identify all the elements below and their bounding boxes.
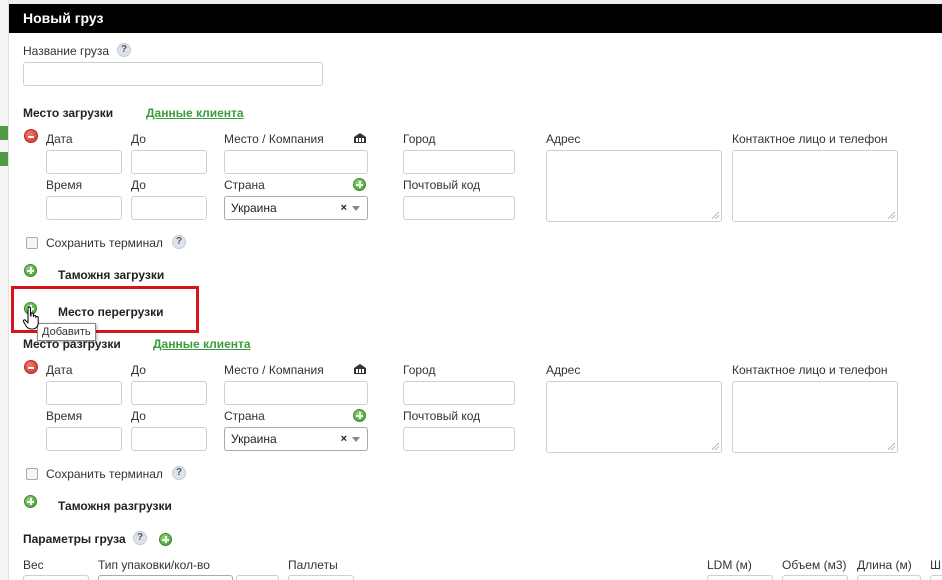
loading-place-label: Место / Компания [224, 132, 324, 146]
cargo-name-label: Название груза [23, 44, 110, 58]
resize-grip-icon[interactable] [712, 443, 719, 450]
help-icon[interactable]: ? [133, 531, 147, 545]
clear-icon[interactable]: × [341, 197, 347, 219]
width-input[interactable] [930, 575, 942, 580]
unloading-country-label: Страна [224, 409, 265, 423]
unloading-customs-label[interactable]: Таможня разгрузки [58, 499, 172, 513]
loading-date-to-label: До [131, 132, 146, 146]
packaging-select[interactable] [98, 575, 233, 580]
loading-save-terminal-label: Сохранить терминал [46, 236, 163, 250]
add-cargo-param-icon[interactable] [159, 533, 172, 546]
loading-date-to-input[interactable] [131, 150, 207, 174]
ldm-label: LDM (м) [707, 558, 752, 572]
weight-input[interactable] [23, 575, 89, 580]
loading-postal-input[interactable] [403, 196, 515, 220]
background-marker [0, 126, 8, 140]
chevron-down-icon[interactable] [352, 206, 360, 211]
loading-contact-label: Контактное лицо и телефон [732, 132, 888, 146]
add-country-icon[interactable] [353, 409, 366, 422]
unloading-save-terminal-checkbox[interactable] [26, 468, 38, 480]
clear-icon[interactable]: × [341, 428, 347, 450]
loading-address-label: Адрес [546, 132, 581, 146]
unloading-time-label: Время [46, 409, 83, 423]
chevron-down-icon[interactable] [352, 437, 360, 442]
cargo-name-input[interactable] [23, 62, 323, 86]
resize-grip-icon[interactable] [712, 212, 719, 219]
help-icon[interactable]: ? [172, 235, 186, 249]
dialog-title: Новый груз [9, 4, 942, 33]
unloading-address-label: Адрес [546, 363, 581, 377]
remove-loading-icon[interactable] [24, 129, 38, 143]
add-unloading-customs-icon[interactable] [24, 495, 37, 508]
loading-time-to-label: До [131, 178, 146, 192]
unloading-client-data-link[interactable]: Данные клиента [153, 337, 251, 351]
company-directory-icon[interactable] [353, 364, 367, 375]
unloading-city-input[interactable] [403, 381, 515, 405]
help-icon[interactable]: ? [172, 466, 186, 480]
unloading-place-input[interactable] [224, 381, 368, 405]
resize-grip-icon[interactable] [888, 212, 895, 219]
background-panel [0, 0, 9, 580]
unloading-contact-label: Контактное лицо и телефон [732, 363, 888, 377]
loading-save-terminal-checkbox[interactable] [26, 237, 38, 249]
loading-client-data-link[interactable]: Данные клиента [146, 106, 244, 120]
unloading-time-input[interactable] [46, 427, 122, 451]
loading-time-label: Время [46, 178, 83, 192]
cargo-params-title: Параметры груза [23, 532, 126, 546]
loading-country-value: Украина [231, 201, 277, 215]
background-marker [0, 152, 8, 166]
length-input[interactable] [857, 575, 921, 580]
unloading-time-to-input[interactable] [131, 427, 207, 451]
unloading-date-input[interactable] [46, 381, 122, 405]
unloading-country-value: Украина [231, 432, 277, 446]
unloading-place-label: Место / Компания [224, 363, 324, 377]
unloading-city-label: Город [403, 363, 436, 377]
loading-country-label: Страна [224, 178, 265, 192]
unloading-date-label: Дата [46, 363, 73, 377]
add-tooltip: Добавить [37, 323, 96, 341]
loading-customs-label[interactable]: Таможня загрузки [58, 268, 164, 282]
unloading-date-to-label: До [131, 363, 146, 377]
unloading-address-textarea[interactable] [546, 381, 722, 453]
length-label: Длина (м) [857, 558, 912, 572]
loading-address-textarea[interactable] [546, 150, 722, 222]
loading-city-label: Город [403, 132, 436, 146]
loading-date-input[interactable] [46, 150, 122, 174]
unloading-postal-input[interactable] [403, 427, 515, 451]
volume-label: Объем (м3) [782, 558, 847, 572]
add-country-icon[interactable] [353, 178, 366, 191]
help-icon[interactable]: ? [117, 43, 131, 57]
ldm-input[interactable] [707, 575, 773, 580]
loading-place-input[interactable] [224, 150, 368, 174]
unloading-country-select[interactable]: Украина × [224, 427, 368, 451]
unloading-postal-label: Почтовый код [403, 409, 481, 423]
weight-label: Вес [23, 558, 44, 572]
unloading-date-to-input[interactable] [131, 381, 207, 405]
packaging-qty-input[interactable] [236, 575, 279, 580]
loading-date-label: Дата [46, 132, 73, 146]
unloading-contact-textarea[interactable] [732, 381, 898, 453]
pallets-label: Паллеты [288, 558, 338, 572]
loading-postal-label: Почтовый код [403, 178, 481, 192]
add-loading-customs-icon[interactable] [24, 264, 37, 277]
company-directory-icon[interactable] [353, 133, 367, 144]
loading-country-select[interactable]: Украина × [224, 196, 368, 220]
loading-contact-textarea[interactable] [732, 150, 898, 222]
remove-unloading-icon[interactable] [24, 360, 38, 374]
width-label: Ш [930, 558, 941, 572]
volume-input[interactable] [782, 575, 848, 580]
loading-section-title: Место загрузки [23, 106, 114, 120]
unloading-time-to-label: До [131, 409, 146, 423]
packaging-label: Тип упаковки/кол-во [98, 558, 210, 572]
hand-cursor-icon [22, 306, 39, 330]
pallets-input[interactable] [288, 575, 354, 580]
resize-grip-icon[interactable] [888, 443, 895, 450]
loading-time-to-input[interactable] [131, 196, 207, 220]
unloading-save-terminal-label: Сохранить терминал [46, 467, 163, 481]
loading-time-input[interactable] [46, 196, 122, 220]
loading-city-input[interactable] [403, 150, 515, 174]
